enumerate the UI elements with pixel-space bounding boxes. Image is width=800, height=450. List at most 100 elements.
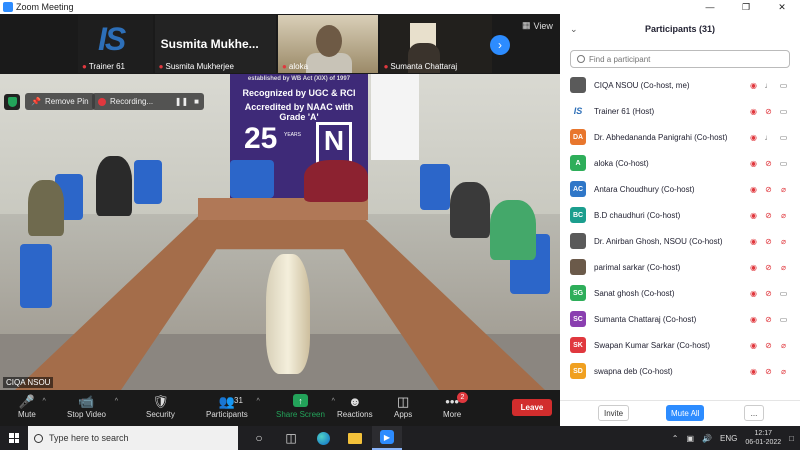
participant-row[interactable]: Dr. Anirban Ghosh, NSOU (Co-host) ◉ ⊘ ⌀ — [560, 228, 800, 254]
shield-icon: 🛡 — [152, 394, 169, 409]
video-camera-icon: ▭ — [779, 158, 788, 168]
microphone-muted-icon[interactable]: ⊘ — [764, 367, 773, 376]
smiley-plus-icon: ☻ — [347, 394, 362, 409]
participant-row[interactable]: Aaloka (Co-host) ◉ ⊘ ▭ — [560, 150, 800, 176]
encryption-indicator[interactable] — [4, 94, 20, 110]
thumbnail-susmita[interactable]: Susmita Mukhe... ● Susmita Mukherjee — [154, 15, 277, 73]
participant-status-icons: ◉ ⊘ ▭ — [749, 315, 788, 324]
participant-row[interactable]: SD swapna deb (Co-host) ◉ ⊘ ⌀ — [560, 358, 800, 384]
pin-icon: 📌 — [31, 97, 41, 106]
participant-row[interactable]: SG Sanat ghosh (Co-host) ◉ ⊘ ▭ — [560, 280, 800, 306]
microphone-muted-icon[interactable]: ⊘ — [764, 211, 773, 220]
minimize-button[interactable]: — — [692, 0, 728, 14]
participant-name: Sanat ghosh (Co-host) — [594, 288, 675, 298]
start-button[interactable] — [0, 426, 28, 450]
participant-search[interactable] — [570, 50, 790, 68]
panel-header: ⌄ Participants (31) — [560, 14, 800, 44]
thumbnail-trainer[interactable]: IS ● Trainer 61 — [78, 15, 153, 73]
view-button[interactable]: ▦ View — [522, 20, 553, 31]
participant-name: parimal sarkar (Co-host) — [594, 262, 681, 272]
zoom-taskbar-button[interactable]: ▶ — [372, 426, 402, 450]
microphone-icon[interactable]: ♩ — [764, 81, 773, 90]
banner-line-2: Recognized by UGC & RCI — [242, 88, 356, 98]
reactions-button[interactable]: ☻ Reactions — [337, 394, 373, 419]
invite-button[interactable]: Invite — [598, 405, 630, 421]
microphone-muted-icon[interactable]: ⊘ — [764, 237, 773, 246]
microphone-muted-icon[interactable]: ⊘ — [764, 263, 773, 272]
leave-button[interactable]: Leave — [512, 399, 552, 416]
chevron-up-icon[interactable]: ^ — [43, 398, 46, 405]
microphone-muted-icon[interactable]: ⊘ — [764, 315, 773, 324]
chevron-up-icon[interactable]: ^ — [257, 398, 260, 405]
volume-icon[interactable]: 🔊 — [702, 434, 712, 443]
microphone-muted-icon[interactable]: ⊘ — [764, 185, 773, 194]
notifications-icon[interactable]: □ — [789, 434, 794, 443]
person — [96, 156, 132, 216]
avatar: SK — [570, 337, 586, 353]
screen-share-icon: ◉ — [750, 366, 757, 376]
microphone-muted-icon[interactable]: ⊘ — [764, 159, 773, 168]
participant-row[interactable]: parimal sarkar (Co-host) ◉ ⊘ ⌀ — [560, 254, 800, 280]
remove-pin-button[interactable]: 📌 Remove Pin — [25, 93, 95, 110]
chevron-down-icon[interactable]: ⌄ — [570, 24, 578, 35]
panel-more-button[interactable]: ... — [744, 405, 764, 421]
apps-button[interactable]: ◫ Apps — [394, 394, 412, 419]
microphone-muted-icon[interactable]: ⊘ — [764, 341, 773, 350]
participant-status-icons: ◉ ♩ ▭ — [749, 133, 788, 142]
participant-row[interactable]: AC Antara Choudhury (Co-host) ◉ ⊘ ⌀ — [560, 176, 800, 202]
microphone-muted-icon[interactable]: ⊘ — [764, 107, 773, 116]
task-view-button[interactable]: ◫ — [276, 426, 306, 450]
avatar: AC — [570, 181, 586, 197]
thumbnail-name: Susmita Mukherjee — [165, 62, 234, 71]
participant-row[interactable]: SC Sumanta Chattaraj (Co-host) ◉ ⊘ ▭ — [560, 306, 800, 332]
microphone-muted-icon[interactable]: ⊘ — [764, 289, 773, 298]
participant-row[interactable]: SK Swapan Kumar Sarkar (Co-host) ◉ ⊘ ⌀ — [560, 332, 800, 358]
chevron-up-icon[interactable]: ^ — [115, 398, 118, 405]
clock-time: 12:17 — [754, 430, 773, 437]
edge-button[interactable] — [308, 426, 338, 450]
windows-taskbar: Type here to search ○ ◫ ▶ ⌃ ▣ 🔊 ENG 12:1… — [0, 426, 800, 450]
file-explorer-button[interactable] — [340, 426, 370, 450]
network-icon[interactable]: ▣ — [686, 434, 694, 443]
window-controls: — ❐ ✕ — [692, 0, 800, 14]
chevron-up-icon[interactable]: ^ — [332, 398, 335, 405]
participant-status-icons: ◉ ⊘ ⌀ — [749, 341, 788, 350]
reactions-label: Reactions — [337, 410, 373, 419]
mute-button[interactable]: 🎤 Mute ^ — [18, 394, 46, 419]
search-icon — [34, 433, 43, 443]
avatar: DA — [570, 129, 586, 145]
maximize-button[interactable]: ❐ — [728, 0, 764, 14]
security-button[interactable]: 🛡 Security — [146, 394, 175, 419]
cortana-button[interactable]: ○ — [244, 426, 274, 450]
stop-recording-button[interactable]: ■ — [194, 97, 199, 106]
share-screen-button[interactable]: ↑ Share Screen ^ — [276, 394, 335, 419]
participants-button[interactable]: 👥 31 Participants ^ — [206, 394, 260, 419]
banner-line-3: Accredited by NAAC with Grade 'A' — [244, 102, 354, 122]
folder-icon — [348, 432, 362, 444]
language-indicator[interactable]: ENG — [720, 434, 737, 443]
clock[interactable]: 12:17 06-01-2022 — [745, 429, 781, 447]
thumbnail-sumanta[interactable]: ● Sumanta Chattaraj — [379, 15, 493, 73]
participant-search-input[interactable] — [589, 54, 769, 64]
search-icon — [577, 55, 585, 63]
stop-video-button[interactable]: 📹 Stop Video ^ — [67, 394, 118, 419]
participant-row[interactable]: CIQA NSOU (Co-host, me) ◉ ♩ ▭ — [560, 72, 800, 98]
participant-row[interactable]: BC B.D chaudhuri (Co-host) ◉ ⊘ ⌀ — [560, 202, 800, 228]
recording-indicator: Recording... ❚❚ ■ — [92, 93, 204, 110]
more-button[interactable]: ••• 2 More — [443, 392, 468, 419]
next-page-button[interactable]: › — [490, 35, 510, 55]
banner-years: YEARS — [284, 132, 301, 138]
participant-status-icons: ◉ ⊘ ⌀ — [749, 367, 788, 376]
participant-row[interactable]: IS Trainer 61 (Host) ◉ ⊘ ▭ — [560, 98, 800, 124]
close-button[interactable]: ✕ — [764, 0, 800, 14]
tray-chevron-icon[interactable]: ⌃ — [672, 434, 679, 443]
pause-recording-button[interactable]: ❚❚ — [175, 97, 188, 106]
taskbar-search[interactable]: Type here to search — [28, 426, 238, 450]
panel-title: Participants (31) — [644, 24, 716, 34]
microphone-icon[interactable]: ♩ — [764, 133, 773, 142]
participant-row[interactable]: DA Dr. Abhedananda Panigrahi (Co-host) ◉ ♩ ▭ — [560, 124, 800, 150]
thumbnail-aloka[interactable]: ● aloka — [278, 15, 378, 73]
chair — [134, 160, 162, 204]
video-camera-icon: ▭ — [779, 80, 788, 90]
mute-all-button[interactable]: Mute All — [666, 405, 705, 421]
